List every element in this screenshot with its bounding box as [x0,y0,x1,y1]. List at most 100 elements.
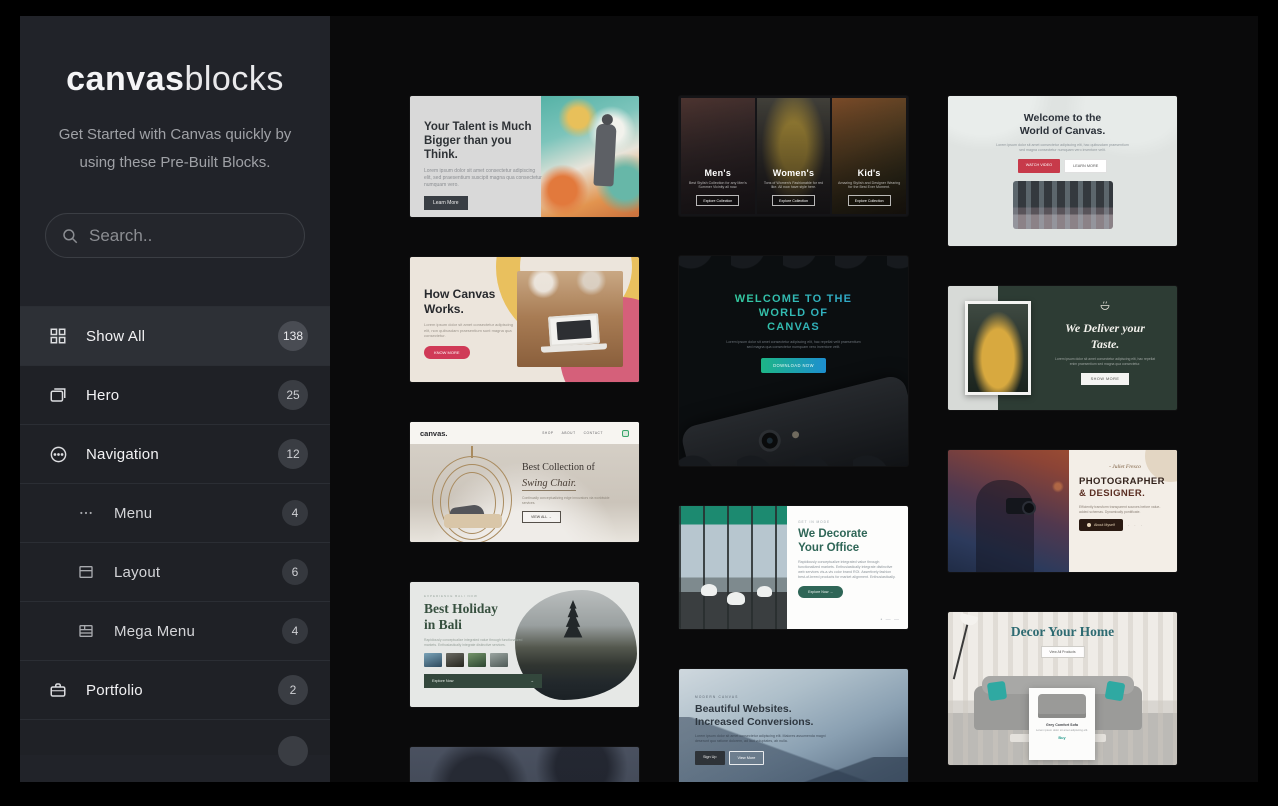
explore-now-label: Explore Now [432,679,454,683]
category-list: Show All 138 Hero 25 Navigation 12 Menu … [20,306,330,755]
blocks-grid: Your Talent is MuchBigger than you Think… [330,16,1258,782]
sign-up-button: Sign Up [695,751,725,765]
taste-title: We Deliver your [1044,320,1166,336]
count-badge [278,736,308,766]
mural-photo [541,96,639,217]
office-photo [679,506,787,629]
sidebar-item-label: Layout [114,564,160,581]
block-card-decor-home[interactable]: Decor Your Home View All Products Grey C… [948,612,1177,765]
bali-text: EXPERIENCE BALI NOW Best Holidayin Bali … [424,594,534,688]
sidebar-item-menu[interactable]: Menu 4 [20,483,330,542]
talent-body: Lorem ipsum dolor sit amet consectetur a… [424,168,544,189]
wave-shape-top [679,256,908,284]
search-box[interactable] [45,213,305,258]
panel-title: Women's [773,168,815,178]
nav-link: SHOP [542,431,553,435]
home-title: Decor Your Home [948,624,1177,640]
talent-text: Your Talent is MuchBigger than you Think… [424,120,544,210]
search-input[interactable] [89,226,310,246]
taste-text: We Deliver yourTaste. Lorem ipsum dolor … [1044,298,1166,385]
thumbnail-image [424,653,442,667]
block-card-deliver-taste[interactable]: We Deliver yourTaste. Lorem ipsum dolor … [948,286,1177,410]
view-all-button: VIEW ALL → [522,511,561,523]
about-myself-button: About Myself [1079,519,1123,531]
sidebar-item-label: Navigation [86,446,159,463]
sidebar-item-partial[interactable] [20,719,330,755]
signature-text: - Juliet Fresco [1079,464,1171,470]
explore-now-button: Explore Now → [798,586,843,598]
brand-logo: canvasblocks [20,60,330,99]
show-more-button: SHOW MORE [1081,373,1130,385]
sidebar-item-navigation[interactable]: Navigation 12 [20,424,330,483]
panel-body: Tons of Women's Fashionable for red like… [762,181,825,190]
thumbnail-image [446,653,464,667]
canvas-blocks-app: { "colors": { "sidebar-bg": "#212329", "… [0,0,1278,806]
how-works-title: How Canvas [424,287,529,302]
explore-now-button: Explore Now → [424,674,542,688]
layout-icon [76,562,96,582]
block-card-collections[interactable]: Men's Best Stylish Collection for any Me… [679,96,908,216]
count-badge: 6 [282,559,308,585]
arrow-right-icon: → [530,679,534,683]
sidebar-item-hero[interactable]: Hero 25 [20,365,330,424]
block-card-bali-holiday[interactable]: EXPERIENCE BALI NOW Best Holidayin Bali … [410,582,639,707]
watch-video-button: WATCH VIDEO [1018,159,1060,173]
block-card-photographer[interactable]: - Juliet Fresco PHOTOGRAPHER & DESIGNER.… [948,450,1177,572]
how-works-text: How CanvasWorks. Lorem ipsum dolor sit a… [424,287,529,359]
photographer-title: PHOTOGRAPHER [1079,476,1171,488]
photographer-figure [976,480,1034,572]
count-badge: 138 [278,321,308,351]
kids-panel: Kid's Amazing Stylish and Designer Weari… [832,98,906,214]
preview-nav-links: SHOP ABOUT CONTACT [542,431,603,435]
nav-link: CONTACT [584,431,603,435]
block-card-dark-sky[interactable] [410,747,639,782]
welcome-dark-title: CANVAS [679,320,908,334]
tagline-line: Get Started with Canvas quickly by [20,121,330,149]
block-card-welcome-dark[interactable]: WELCOME TO THE WORLD OF CANVAS Lorem ips… [679,256,908,466]
sidebar-item-layout[interactable]: Layout 6 [20,542,330,601]
talent-title: Your Talent is Much [424,120,544,134]
sidebar-item-show-all[interactable]: Show All 138 [20,306,330,365]
person-figure [593,124,616,187]
how-works-title: Works. [424,302,529,317]
swing-text: Best Collection of Swing Chair. Continua… [522,462,626,523]
count-badge: 12 [278,439,308,469]
circle-dots-icon [48,444,68,464]
teal-pillow [1105,681,1126,702]
block-card-welcome-light[interactable]: Welcome to theWorld of Canvas. Lorem ips… [948,96,1177,246]
grid-column-1: Your Talent is MuchBigger than you Think… [410,96,639,782]
nav-link: ABOUT [562,431,576,435]
panel-body: Amazing Stylish and Designer Wearing for… [838,181,901,190]
tagline-line: using these Pre-Built Blocks. [20,149,330,177]
block-card-decorate-office[interactable]: GET IN MODE We DecorateYour Office Rapid… [679,506,908,629]
taste-title: Taste. [1044,336,1166,352]
welcome-light-title: Welcome to the [948,112,1177,125]
sidebar-item-label: Menu [114,505,152,522]
thumbnail-image [490,653,508,667]
explore-collection-button: Explore Collection [772,195,815,206]
sidebar-item-portfolio[interactable]: Portfolio 2 [20,660,330,719]
about-myself-label: About Myself [1094,523,1115,527]
chair-shape [727,592,745,605]
thumbnail-image [468,653,486,667]
websites-title: Beautiful Websites. [695,703,875,716]
block-card-talent[interactable]: Your Talent is MuchBigger than you Think… [410,96,639,217]
explore-collection-button: Explore Collection [696,195,739,206]
pancakes-photo [968,304,1028,392]
view-more-button: View More [729,751,765,765]
block-card-swing-chair[interactable]: canvas. SHOP ABOUT CONTACT Best Collecti [410,422,639,542]
panel-title: Kid's [858,168,881,178]
wave-shape-bottom [679,438,908,466]
search-icon [61,227,79,245]
grid-column-3: Welcome to theWorld of Canvas. Lorem ips… [948,96,1177,782]
count-badge: 25 [278,380,308,410]
block-card-beautiful-websites[interactable]: MODERN CANVAS Beautiful Websites.Increas… [679,669,908,782]
how-works-body: Lorem ipsum dolor sit amet consectetur a… [424,322,519,339]
block-card-how-canvas-works[interactable]: How CanvasWorks. Lorem ipsum dolor sit a… [410,257,639,382]
chair-shape [757,586,772,597]
pancakes-photo-frame [965,301,1031,395]
tagline: Get Started with Canvas quickly by using… [20,121,330,177]
teal-pillow [987,681,1007,701]
buy-link: Buy [1033,736,1091,740]
sidebar-item-mega-menu[interactable]: Mega Menu 4 [20,601,330,660]
